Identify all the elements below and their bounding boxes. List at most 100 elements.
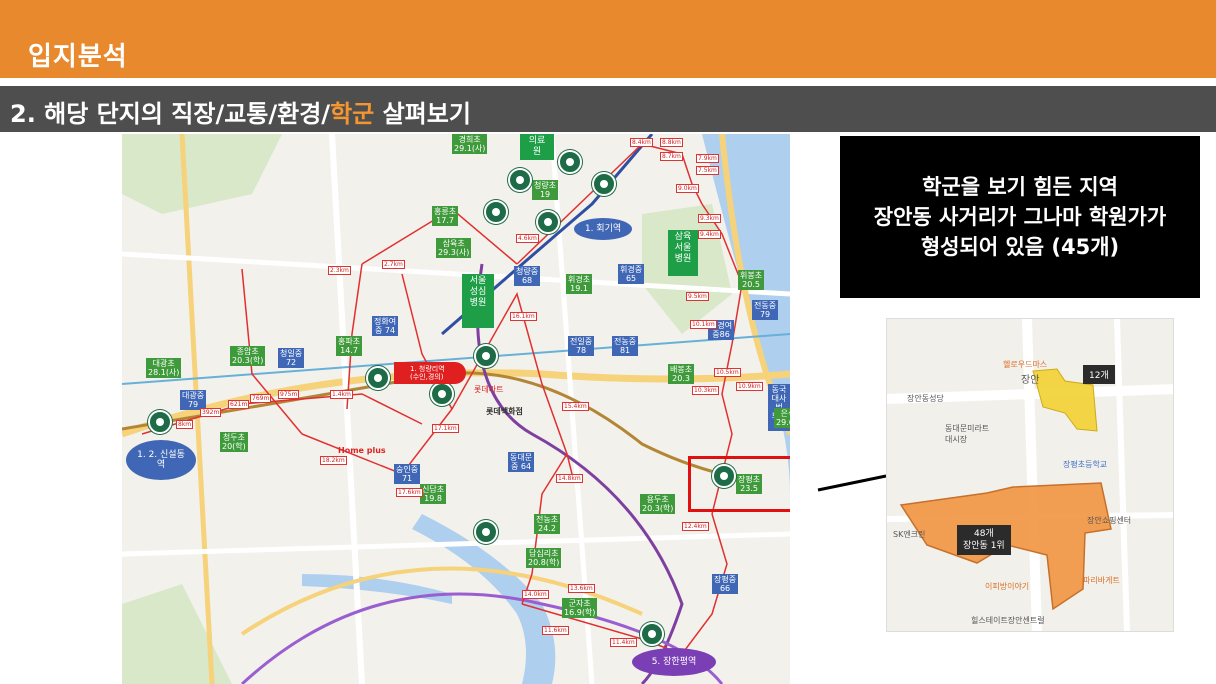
hospital-label: 의료 원 (520, 134, 554, 160)
callout-line: 학군을 보기 힘든 지역 (922, 175, 1118, 199)
section-title-prefix: 2. 해당 단지의 직장/교통/환경/ (10, 100, 331, 128)
distance-label: 769m (250, 394, 272, 403)
hospital-label: 서울 성심 병원 (462, 274, 494, 328)
distance-label: 975m (278, 390, 300, 399)
callout-box: 학군을 보기 힘든 지역 장안동 사거리가 그나마 학원가가 형성되어 있음 (… (840, 136, 1200, 298)
district-map[interactable]: 의료 원 서울 성심 병원 삼육 서울 병원 경희초 29.1(사) 청량초 1… (122, 134, 790, 684)
distance-label: 11.6km (542, 626, 569, 635)
school-label: 정화여 중 74 (372, 316, 399, 336)
academy-count-tag-bottom: 48개 장안동 1위 (957, 525, 1011, 555)
starbucks-icon[interactable] (430, 382, 454, 406)
place-label: 동대문미라트 대시장 (945, 424, 990, 444)
school-label: 청량초 19 (532, 180, 559, 200)
callout-line: 형성되어 있음 (45개) (920, 235, 1120, 259)
distance-label: 16.1km (510, 312, 537, 321)
station-sinseoldong[interactable]: 1. 2. 신설동 역 (126, 440, 196, 480)
school-label: 동대문 중 64 (508, 452, 535, 472)
page-title: 입지분석 (28, 42, 128, 72)
distance-label: 11.4km (610, 638, 637, 647)
school-label: 전농초 24.2 (534, 514, 561, 534)
place-label: 이피방이야기 (985, 582, 1030, 591)
place-label: 힐스테이트장안센트럴 (971, 616, 1045, 625)
school-label: 전동중 79 (752, 300, 779, 320)
distance-label: 15.4km (562, 402, 589, 411)
school-label: 청두초 20(학) (220, 432, 248, 452)
distance-label: 9.0km (676, 184, 699, 193)
distance-label: 18.2km (320, 456, 347, 465)
distance-label: 8.8km (660, 138, 683, 147)
inset-map[interactable]: 12개 48개 장안동 1위 헬로우드마스 장안 장안동성당 동대문미라트 대시… (886, 318, 1174, 632)
school-label: 배봉초 20.3 (668, 364, 695, 384)
distance-label: 10.5km (714, 368, 741, 377)
distance-label: 9.5km (686, 292, 709, 301)
school-label: 전농중 81 (612, 336, 639, 356)
school-label: 용두초 20.3(학) (640, 494, 676, 514)
place-label: 장평초등학교 (1063, 460, 1108, 469)
school-label: 청일중 72 (278, 348, 305, 368)
station-hoegi[interactable]: 1. 회기역 (574, 218, 632, 240)
school-label: 전일중 78 (568, 336, 595, 356)
homeplus-label: Home plus (338, 446, 386, 455)
header-bar: 입지분석 (0, 0, 1216, 78)
section-title-highlight: 학군 (330, 100, 375, 128)
school-label: 종암초 20.3(학) (230, 346, 266, 366)
distance-label: 10.3km (692, 386, 719, 395)
academy-rank: 장안동 1위 (963, 541, 1005, 551)
distance-label: 7.5km (696, 166, 719, 175)
distance-label: 17.1km (432, 424, 459, 433)
distance-label: 12.4km (682, 522, 709, 531)
cheongnyangni-marker[interactable]: 1. 청량리역 (수인,경의) (394, 362, 466, 384)
distance-label: 392m (200, 408, 222, 417)
distance-label: 17.6km (396, 488, 423, 497)
distance-label: 10.1km (690, 320, 717, 329)
school-label: 장평중 66 (712, 574, 739, 594)
academy-count: 48개 (973, 529, 994, 539)
station-janghanpyeong[interactable]: 5. 장한평역 (632, 648, 716, 676)
school-label: 대광초 28.1(사) (146, 358, 182, 378)
distance-label: 10.9km (736, 382, 763, 391)
place-label: SK엔크린 (893, 530, 926, 539)
lotte-mart-label: 롯데마트 (474, 385, 504, 394)
school-label: 삼육초 29.3(사) (436, 238, 472, 258)
place-label: 장안 (1021, 375, 1040, 386)
starbucks-icon[interactable] (148, 410, 172, 434)
school-label: 홍릉초 17.7 (432, 206, 459, 226)
place-label: 장안동성당 (907, 394, 944, 403)
school-label: 청량중 68 (514, 266, 541, 286)
school-label: 답십리초 20.8(학) (526, 548, 562, 568)
starbucks-icon[interactable] (508, 168, 532, 192)
school-label: 숭인중 71 (394, 464, 421, 484)
starbucks-icon[interactable] (366, 366, 390, 390)
school-label: 휘경초 19.1 (566, 274, 593, 294)
distance-label: 8.4km (630, 138, 653, 147)
starbucks-icon[interactable] (640, 622, 664, 646)
distance-label: 8.7km (660, 152, 683, 161)
distance-label: 7.9km (696, 154, 719, 163)
section-title-suffix: 살펴보기 (374, 100, 471, 128)
distance-label: 14.8km (556, 474, 583, 483)
school-label: 대광중 79 (180, 390, 207, 410)
place-label: 장안쇼핑센터 (1087, 516, 1132, 525)
starbucks-icon[interactable] (536, 210, 560, 234)
distance-label: 14.0km (522, 590, 549, 599)
school-label: 경희초 29.1(사) (452, 134, 488, 154)
school-label: 은석초 29.6(사) (774, 408, 790, 428)
lotte-dept-label: 롯데백화점 (486, 407, 523, 416)
jangan-highlight-box (688, 456, 790, 512)
distance-label: 1.4km (330, 390, 353, 399)
starbucks-icon[interactable] (474, 520, 498, 544)
starbucks-icon[interactable] (592, 172, 616, 196)
academy-count-tag: 12개 (1083, 365, 1115, 384)
callout-line: 장안동 사거리가 그나마 학원가가 (873, 205, 1167, 229)
distance-label: 9.3km (698, 214, 721, 223)
starbucks-icon[interactable] (558, 150, 582, 174)
school-label: 군자초 16.9(학) (562, 598, 598, 618)
school-label: 휘봉초 20.5 (738, 270, 765, 290)
distance-label: 621m (228, 400, 250, 409)
distance-label: 2.3km (328, 266, 351, 275)
school-label: 신답초 19.8 (420, 484, 447, 504)
starbucks-icon[interactable] (474, 344, 498, 368)
starbucks-icon[interactable] (484, 200, 508, 224)
school-label: 홍파초 14.7 (336, 336, 363, 356)
hospital-label: 삼육 서울 병원 (668, 230, 698, 276)
